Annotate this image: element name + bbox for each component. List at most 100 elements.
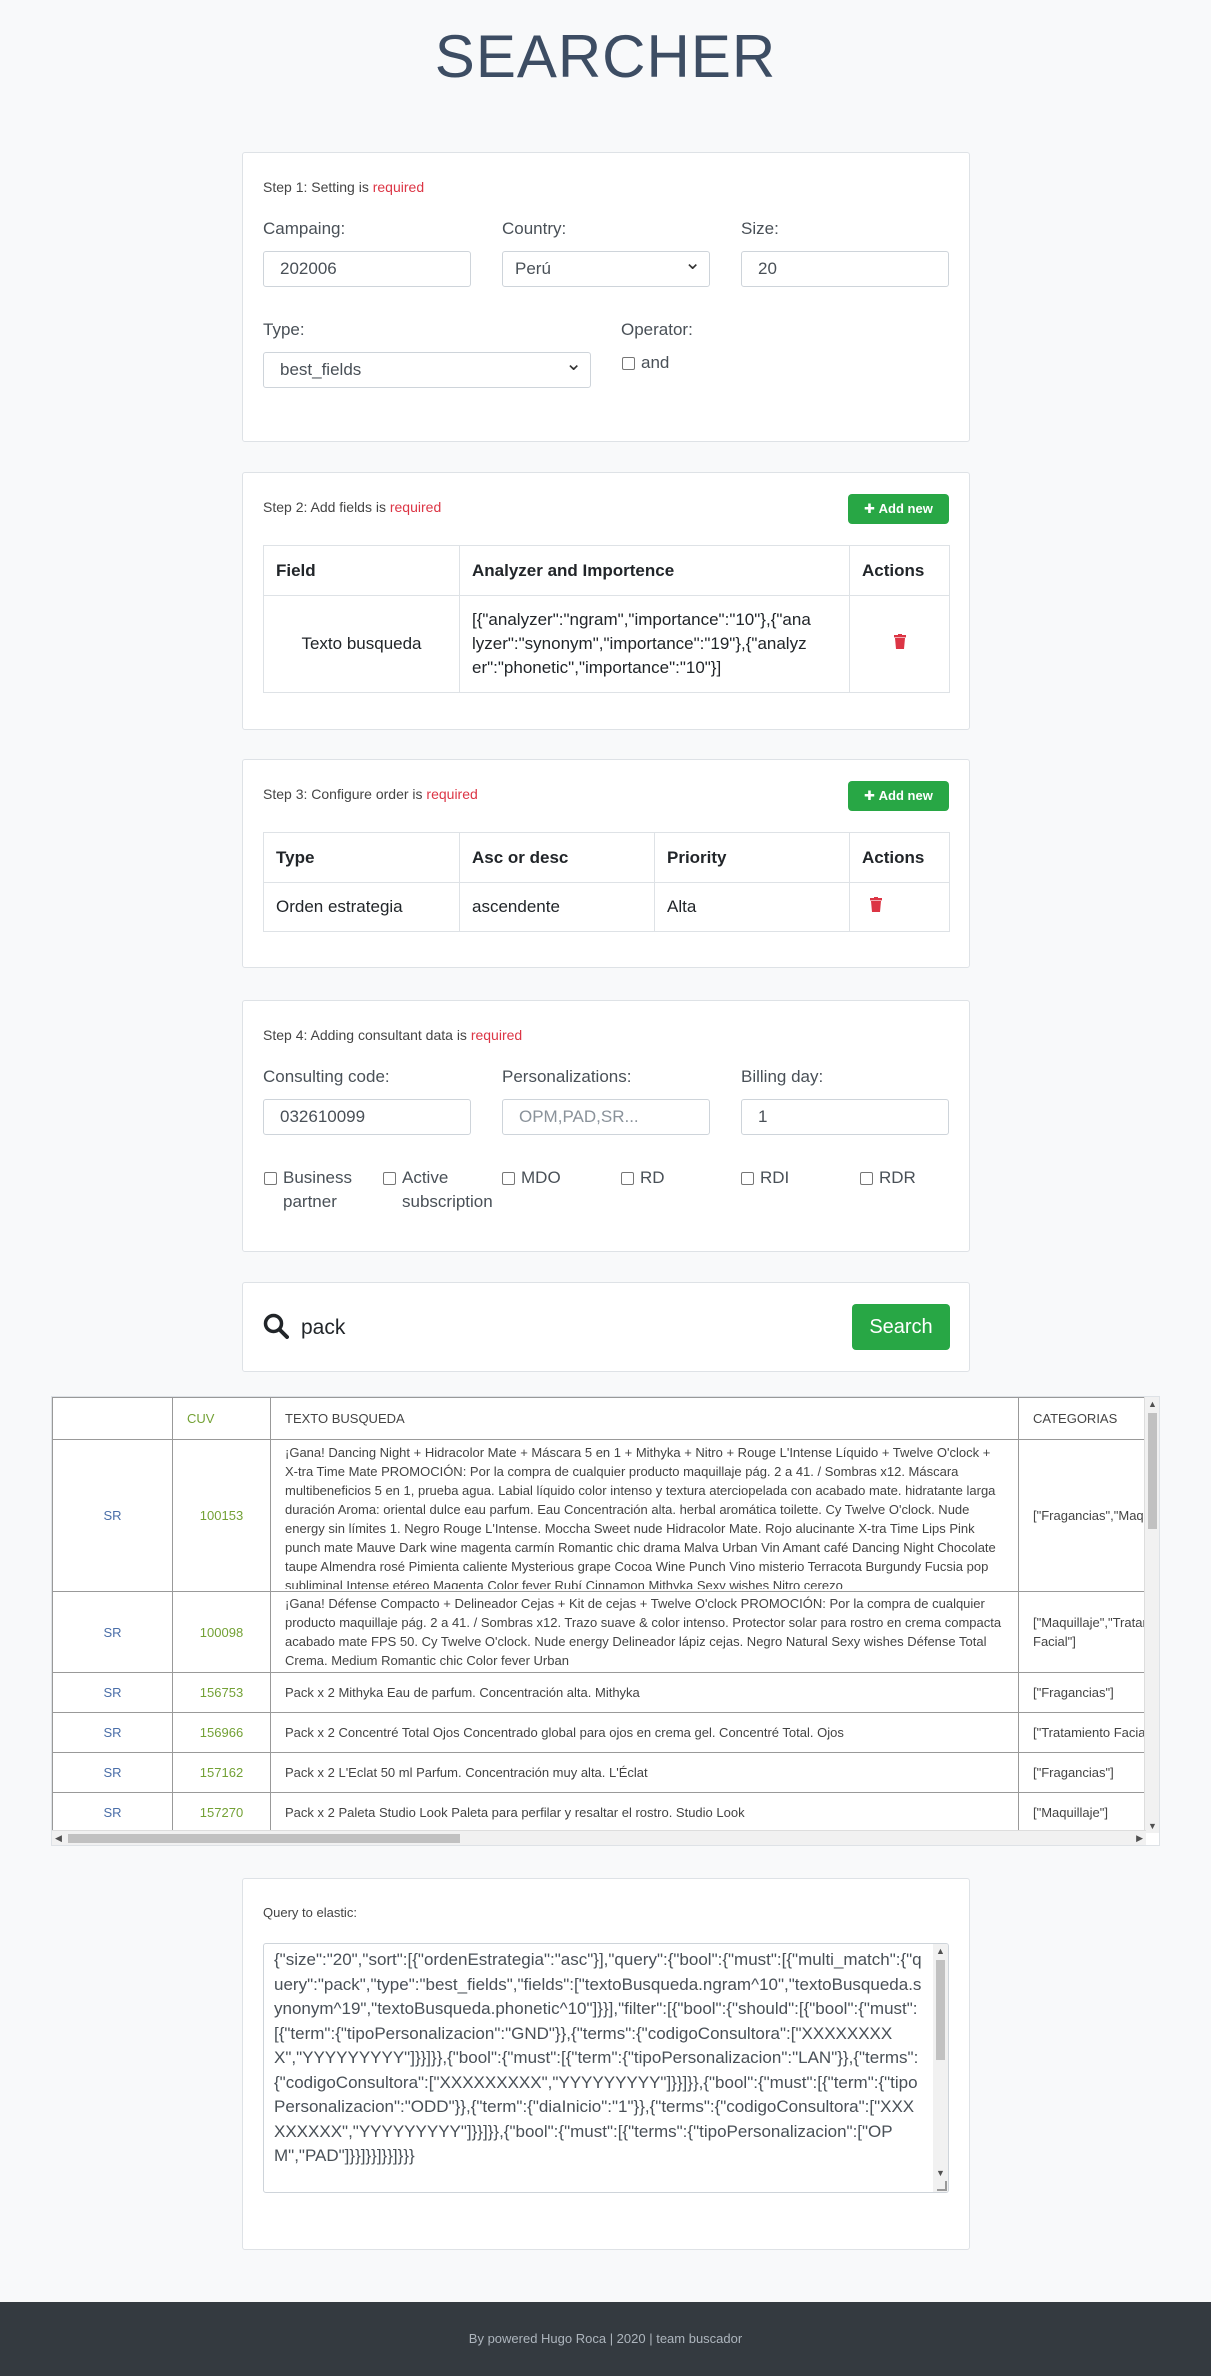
results-header-type [52, 1397, 173, 1440]
step4-text: Step 4: Adding consultant data is requir… [263, 1027, 523, 1043]
result-cuv: 100153 [172, 1439, 271, 1592]
resize-handle-icon[interactable] [937, 2181, 947, 2191]
result-type: SR [52, 1712, 173, 1753]
step2-text: Step 2: Add fields is required [263, 499, 442, 515]
query-scrollbar[interactable]: ▲ ▼ [933, 1944, 948, 2192]
rdr-label: RDR [879, 1168, 916, 1187]
rdr-checkbox[interactable] [860, 1172, 873, 1185]
scroll-left-icon[interactable]: ◀ [55, 1833, 62, 1844]
page-title: SEARCHER [434, 23, 777, 90]
actions-cell [849, 882, 950, 932]
active-subscription-label: Active subscription [402, 1168, 493, 1211]
country-select[interactable]: Perú [502, 251, 710, 287]
analyzer-cell: [{"analyzer":"ngram","importance":"10"},… [459, 595, 850, 693]
add-field-button[interactable]: ✚ Add new [848, 494, 949, 524]
results-table: CUV TEXTO BUSQUEDA CATEGORIAS SR 100153 … [52, 1397, 1159, 1833]
actions-cell [849, 595, 950, 693]
rdi-label: RDI [760, 1168, 790, 1187]
order-header-order: Asc or desc [459, 832, 655, 883]
step1-card: Step 1: Setting is required Campaing: 20… [242, 152, 970, 442]
scroll-down-icon[interactable]: ▼ [936, 2168, 945, 2178]
campaign-input[interactable]: 202006 [263, 251, 471, 287]
table-row[interactable]: SR 100153 ¡Gana! Dancing Night + Hidraco… [52, 1439, 1159, 1592]
step4-card: Step 4: Adding consultant data is requir… [242, 1000, 970, 1252]
mdo-label: MDO [521, 1168, 561, 1187]
fields-table: Field Analyzer and Importence Actions Te… [263, 545, 950, 693]
result-text: Pack x 2 Concentré Total Ojos Concentrad… [270, 1712, 1019, 1753]
result-type: SR [52, 1792, 173, 1833]
order-header-priority: Priority [654, 832, 850, 883]
order-header-type: Type [263, 832, 460, 883]
add-order-button[interactable]: ✚ Add new [848, 781, 949, 811]
results-table-container[interactable]: CUV TEXTO BUSQUEDA CATEGORIAS SR 100153 … [51, 1396, 1160, 1846]
country-label: Country: [502, 219, 567, 238]
result-text: ¡Gana! Dancing Night + Hidracolor Mate +… [270, 1439, 1019, 1592]
table-row[interactable]: SR 156966 Pack x 2 Concentré Total Ojos … [52, 1712, 1159, 1753]
result-cuv: 156753 [172, 1672, 271, 1713]
personalizations-label: Personalizations: [502, 1067, 632, 1086]
trash-icon[interactable] [893, 634, 906, 649]
size-input[interactable]: 20 [741, 251, 949, 287]
result-text: Pack x 2 Mithyka Eau de parfum. Concentr… [270, 1672, 1019, 1713]
result-text: Pack x 2 Paleta Studio Look Paleta para … [270, 1792, 1019, 1833]
query-textarea[interactable]: {"size":"20","sort":[{"ordenEstrategia":… [263, 1943, 949, 2193]
result-text: ¡Gana! Défense Compacto + Delineador Cej… [270, 1591, 1019, 1673]
result-categories: ["Fragancias"] [1018, 1752, 1159, 1793]
consulting-code-label: Consulting code: [263, 1067, 390, 1086]
type-label: Type: [263, 320, 305, 339]
rd-checkbox[interactable] [621, 1172, 634, 1185]
horizontal-scrollbar[interactable]: ◀ ▶ [52, 1830, 1146, 1845]
active-subscription-checkbox[interactable] [383, 1172, 396, 1185]
scroll-right-icon[interactable]: ▶ [1136, 1833, 1143, 1844]
order-priority-cell: Alta [654, 882, 850, 932]
results-header-cuv: CUV [172, 1397, 271, 1440]
result-categories: ["Maquillaje","Tratamiento Facial"] [1018, 1591, 1159, 1673]
result-categories: ["Fragancias"] [1018, 1672, 1159, 1713]
result-categories: ["Fragancias","Maquillaje"] [1018, 1439, 1159, 1592]
fields-header-analyzer: Analyzer and Importence [459, 545, 850, 596]
campaign-label: Campaing: [263, 219, 346, 238]
scroll-up-icon[interactable]: ▲ [936, 1946, 945, 1956]
fields-header-field: Field [263, 545, 460, 596]
consulting-code-input[interactable]: 032610099 [263, 1099, 471, 1135]
query-text: {"size":"20","sort":[{"ordenEstrategia":… [274, 1950, 922, 2165]
scroll-down-icon[interactable]: ▼ [1148, 1821, 1157, 1831]
table-row[interactable]: SR 156753 Pack x 2 Mithyka Eau de parfum… [52, 1672, 1159, 1713]
query-card: Query to elastic: {"size":"20","sort":[{… [242, 1878, 970, 2250]
table-row[interactable]: SR 157162 Pack x 2 L'Eclat 50 ml Parfum.… [52, 1752, 1159, 1793]
table-row[interactable]: SR 157270 Pack x 2 Paleta Studio Look Pa… [52, 1792, 1159, 1833]
business-partner-label: Business partner [283, 1168, 352, 1211]
result-cuv: 157270 [172, 1792, 271, 1833]
order-type-cell: Orden estrategia [263, 882, 460, 932]
trash-icon[interactable] [870, 897, 882, 912]
operator-and-checkbox[interactable] [622, 357, 635, 370]
scroll-up-icon[interactable]: ▲ [1148, 1399, 1157, 1409]
vertical-scroll-thumb[interactable] [1148, 1413, 1157, 1529]
result-categories: ["Maquillaje"] [1018, 1792, 1159, 1833]
billing-day-input[interactable]: 1 [741, 1099, 949, 1135]
order-direction-cell: ascendente [459, 882, 655, 932]
personalizations-input[interactable]: OPM,PAD,SR... [502, 1099, 710, 1135]
order-header-actions: Actions [849, 832, 950, 883]
results-header-categories: CATEGORIAS [1018, 1397, 1159, 1440]
type-select[interactable]: best_fields [263, 352, 591, 388]
rdi-checkbox[interactable] [741, 1172, 754, 1185]
result-cuv: 100098 [172, 1591, 271, 1673]
step2-card: Step 2: Add fields is required ✚ Add new… [242, 472, 970, 730]
business-partner-checkbox[interactable] [264, 1172, 277, 1185]
rd-label: RD [640, 1168, 665, 1187]
horizontal-scroll-thumb[interactable] [68, 1834, 460, 1843]
results-header-text: TEXTO BUSQUEDA [270, 1397, 1019, 1440]
operator-label: Operator: [621, 320, 693, 339]
query-label: Query to elastic: [263, 1905, 357, 1920]
vertical-scrollbar[interactable]: ▲ ▼ [1144, 1397, 1159, 1833]
search-button[interactable]: Search [852, 1304, 950, 1350]
step3-text: Step 3: Configure order is required [263, 786, 478, 802]
table-row[interactable]: SR 100098 ¡Gana! Défense Compacto + Deli… [52, 1591, 1159, 1673]
size-label: Size: [741, 219, 779, 238]
search-bar: pack Search [242, 1282, 970, 1372]
mdo-checkbox[interactable] [502, 1172, 515, 1185]
search-input[interactable]: pack [301, 1309, 781, 1347]
query-scroll-thumb[interactable] [936, 1960, 945, 2060]
result-type: SR [52, 1672, 173, 1713]
